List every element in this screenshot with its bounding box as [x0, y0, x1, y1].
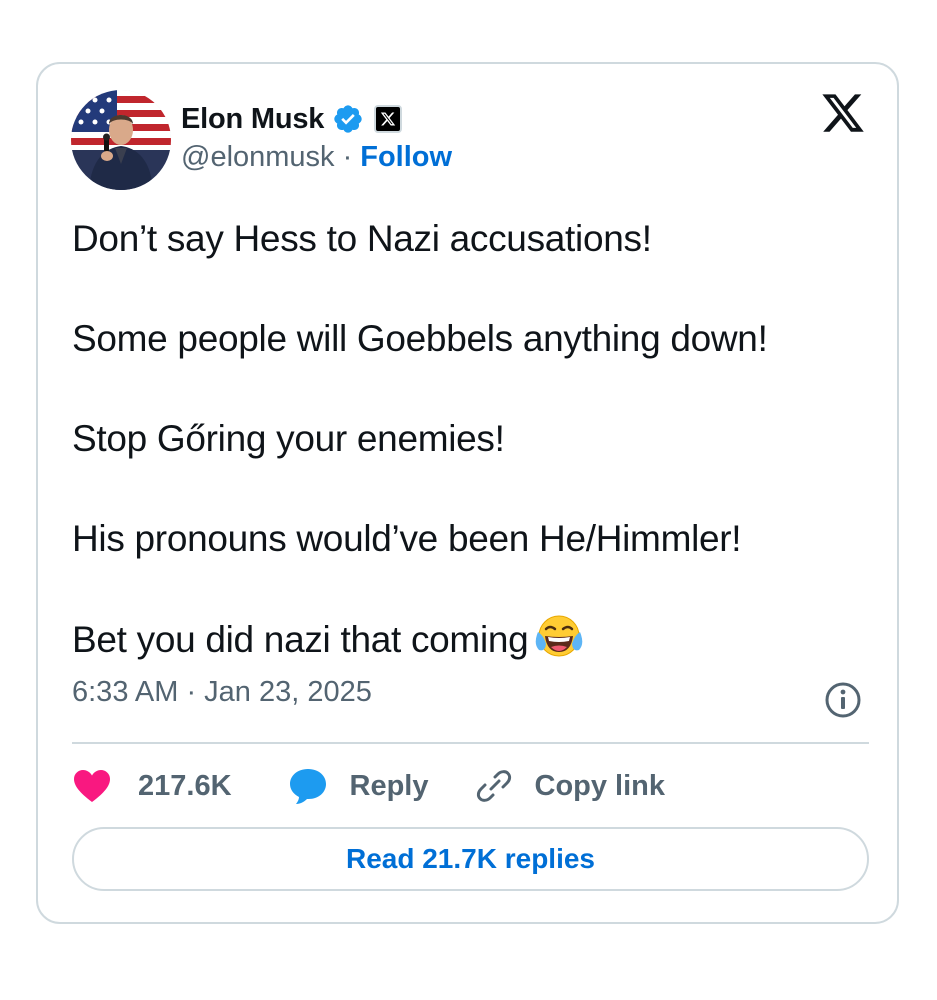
x-affiliation-icon[interactable] [374, 105, 403, 133]
tweet-paragraph: Don’t say Hess to Nazi accusations! [72, 218, 652, 259]
tweet-timestamp[interactable]: 6:33 AM · Jan 23, 2025 [72, 676, 372, 709]
like-button[interactable]: 217.6K [72, 768, 232, 804]
info-icon[interactable] [824, 681, 862, 719]
tweet-text: Don’t say Hess to Nazi accusations! Some… [72, 214, 872, 665]
tweet-paragraph: Some people will Goebbels anything down! [72, 318, 768, 359]
copy-link-label: Copy link [534, 769, 666, 802]
copy-link-button[interactable]: Copy link [475, 767, 666, 805]
speech-bubble-icon [288, 767, 328, 805]
author-name-row: Elon Musk [181, 99, 403, 139]
action-bar: 217.6K Reply Copy link [72, 761, 665, 811]
handle-separator: · [342, 141, 353, 173]
tweet-paragraph: His pronouns would’ve been He/Himmler! [72, 518, 742, 559]
like-count: 217.6K [138, 769, 232, 802]
tweet-card: Elon Musk @elonmusk · Follow Don’t say H… [36, 62, 899, 924]
heart-icon [72, 768, 112, 804]
reply-label: Reply [349, 769, 429, 802]
handle-row: @elonmusk · Follow [181, 141, 452, 174]
author-handle[interactable]: @elonmusk [181, 141, 335, 174]
tweet-paragraph-text: Bet you did nazi that coming [72, 619, 529, 660]
divider [72, 742, 869, 744]
read-replies-button[interactable]: Read 21.7K replies [72, 827, 869, 891]
follow-button[interactable]: Follow [360, 141, 452, 174]
reply-button[interactable]: Reply [288, 767, 429, 805]
face-with-tears-of-joy-icon [534, 614, 584, 660]
tweet-paragraph: Stop Gőring your enemies! [72, 418, 505, 459]
tweet-paragraph-last: Bet you did nazi that coming [72, 614, 872, 665]
x-logo-icon[interactable] [820, 90, 866, 136]
link-icon [475, 767, 513, 805]
verified-badge-icon[interactable] [332, 103, 364, 135]
author-name[interactable]: Elon Musk [181, 103, 324, 136]
avatar[interactable] [71, 90, 171, 190]
